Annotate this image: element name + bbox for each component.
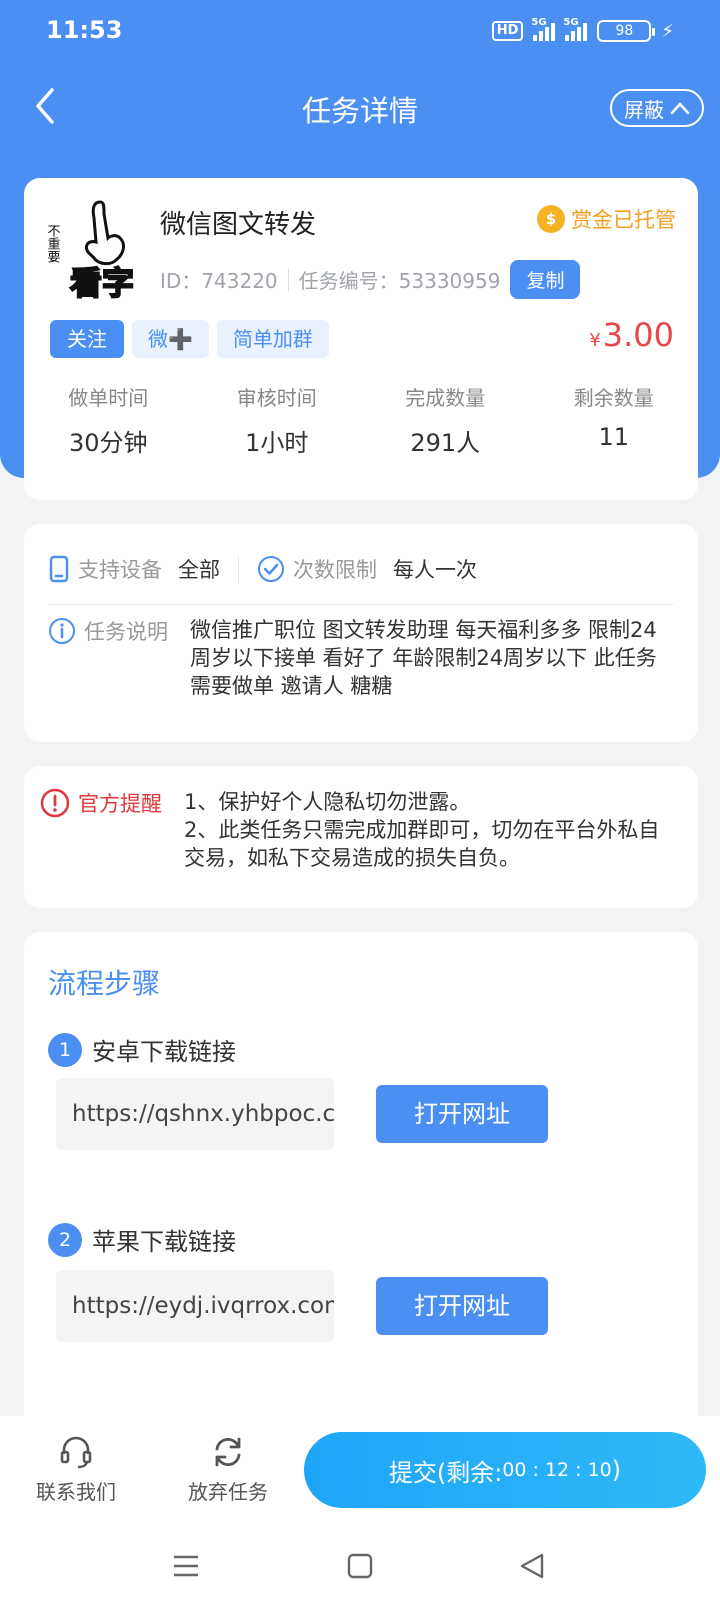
- task-stats: 做单时间 30分钟 审核时间 1小时 完成数量 291人 剩余数量 11: [24, 382, 698, 458]
- task-tags: 关注 微➕ 简单加群: [50, 320, 329, 358]
- notice-label: 官方提醒: [40, 788, 162, 818]
- charging-icon: ⚡: [661, 20, 674, 42]
- status-time: 11:53: [46, 16, 123, 44]
- signal-label-2: 5G: [563, 17, 579, 28]
- stat-value: 11: [598, 423, 630, 451]
- stat-value: 30分钟: [68, 429, 148, 457]
- stat-label: 审核时间: [236, 386, 317, 410]
- task-description: 微信推广职位 图文转发助理 每天福利多多 限制24周岁以下接单 看好了 年龄限制…: [190, 618, 657, 698]
- stat-label: 剩余数量: [573, 386, 654, 410]
- official-notice-card: 官方提醒 1、保护好个人隐私切勿泄露。 2、此类任务只需完成加群即可，切勿在平台…: [24, 766, 698, 908]
- tag-wechat-add: 微➕: [132, 320, 209, 358]
- step-label: 苹果下载链接: [92, 1228, 236, 1256]
- open-android-link-button[interactable]: 打开网址: [376, 1085, 548, 1143]
- block-label: 屏蔽: [624, 97, 664, 122]
- steps-card: 流程步骤 1 安卓下载链接 https://qshnx.yhbpoc.c 打开网…: [24, 932, 698, 1432]
- task-logo: 不重要 看字: [45, 194, 154, 303]
- back-triangle-icon[interactable]: [518, 1552, 546, 1580]
- logo-text-top: 不重要: [48, 224, 60, 263]
- info-requirements: 支持设备 全部 次数限制 每人一次: [48, 554, 477, 584]
- stat-completed: 完成数量 291人: [361, 382, 530, 458]
- escrow-status: $ 赏金已托管: [537, 204, 676, 234]
- submit-countdown: 00 : 12 : 10: [502, 1459, 612, 1481]
- phone-icon: [49, 555, 69, 583]
- info-icon: [49, 618, 75, 644]
- contact-us-button[interactable]: 联系我们: [16, 1434, 136, 1505]
- refresh-icon: [215, 1437, 241, 1467]
- task-number: 任务编号：53330959: [298, 269, 501, 293]
- headset-icon: [60, 1436, 92, 1469]
- nav-bar: 任务详情 屏蔽: [0, 64, 720, 150]
- stat-remaining: 剩余数量 11: [530, 382, 699, 458]
- notice-line-1: 1、保护好个人隐私切勿泄露。: [184, 790, 471, 814]
- id-divider: [287, 268, 289, 291]
- tag-join-group: 简单加群: [216, 320, 329, 358]
- block-button[interactable]: 屏蔽: [610, 89, 704, 127]
- notice-label-text: 官方提醒: [78, 792, 162, 816]
- stat-work-time: 做单时间 30分钟: [24, 382, 193, 458]
- info-row-divider: [48, 604, 674, 605]
- coin-icon: $: [537, 205, 565, 233]
- stat-label: 做单时间: [68, 386, 149, 410]
- check-circle-icon: [258, 556, 284, 582]
- steps-title: 流程步骤: [48, 967, 161, 1000]
- step-1-header: 1 安卓下载链接: [48, 1032, 236, 1067]
- hd-badge: HD: [491, 21, 524, 41]
- step-2-header: 2 苹果下载链接: [48, 1222, 236, 1257]
- task-ids: ID：743220 任务编号：53330959 复制: [160, 260, 581, 299]
- status-indicators: HD 5G 5G 98 ⚡: [491, 17, 674, 42]
- escrow-label: 赏金已托管: [571, 208, 676, 232]
- notice-line-2: 2、此类任务只需完成加群即可，切勿在平台外私自交易，如私下交易造成的损失自负。: [184, 818, 660, 870]
- device-value: 全部: [178, 558, 220, 582]
- description-label: 任务说明: [48, 616, 168, 646]
- step-label: 安卓下载链接: [92, 1038, 236, 1066]
- ios-link-field[interactable]: https://eydj.ivqrrox.com: [56, 1270, 334, 1342]
- chevron-up-icon: [670, 102, 690, 115]
- price-value: 3.00: [602, 316, 674, 354]
- status-bar: 11:53 HD 5G 5G 98 ⚡: [0, 0, 720, 64]
- tag-follow: 关注: [50, 320, 124, 358]
- home-icon[interactable]: [346, 1552, 374, 1580]
- info-card: 支持设备 全部 次数限制 每人一次 任务说明 微信推广职位 图文转发助理 每天福…: [24, 524, 698, 742]
- bottom-action-bar: 联系我们 放弃任务 提交(剩余: 00 : 12 : 10): [0, 1416, 720, 1528]
- abandon-task-button[interactable]: 放弃任务: [168, 1434, 288, 1505]
- limit-label: 次数限制: [293, 558, 377, 582]
- info-divider: [238, 556, 239, 582]
- android-link-field[interactable]: https://qshnx.yhbpoc.c: [56, 1078, 334, 1150]
- price-currency: ¥: [589, 330, 601, 351]
- submit-label: 提交(剩余:: [388, 1458, 503, 1487]
- step-number: 2: [48, 1222, 82, 1257]
- desc-label-text: 任务说明: [84, 620, 168, 644]
- notice-text: 1、保护好个人隐私切勿泄露。 2、此类任务只需完成加群即可，切勿在平台外私自交易…: [184, 788, 680, 872]
- task-id: ID：743220: [160, 269, 278, 293]
- device-label: 支持设备: [78, 558, 162, 582]
- stat-value: 291人: [410, 429, 481, 457]
- menu-icon[interactable]: [172, 1552, 200, 1580]
- logo-text-main: 看字: [70, 264, 134, 300]
- submit-close: ): [611, 1456, 622, 1484]
- signal-label: 5G: [531, 17, 547, 28]
- step-number: 1: [48, 1032, 82, 1067]
- stat-value: 1小时: [245, 429, 309, 457]
- stat-review-time: 审核时间 1小时: [193, 382, 362, 458]
- copy-button[interactable]: 复制: [510, 260, 581, 299]
- alert-icon: [40, 788, 70, 818]
- signal-icon-2: 5G: [563, 17, 588, 41]
- open-ios-link-button[interactable]: 打开网址: [376, 1277, 548, 1335]
- stat-label: 完成数量: [405, 386, 486, 410]
- task-title: 微信图文转发: [160, 210, 317, 240]
- contact-us-label: 联系我们: [36, 1480, 116, 1504]
- limit-value: 每人一次: [393, 558, 477, 582]
- battery-icon: 98: [597, 20, 656, 42]
- abandon-task-label: 放弃任务: [188, 1480, 268, 1504]
- submit-button[interactable]: 提交(剩余: 00 : 12 : 10): [304, 1432, 706, 1508]
- task-price: ¥3.00: [589, 316, 674, 354]
- system-navigation-bar: [0, 1528, 720, 1612]
- signal-icon: 5G: [531, 17, 556, 41]
- task-card: 不重要 看字 微信图文转发 $ 赏金已托管 ID：743220 任务编号：533…: [24, 178, 698, 500]
